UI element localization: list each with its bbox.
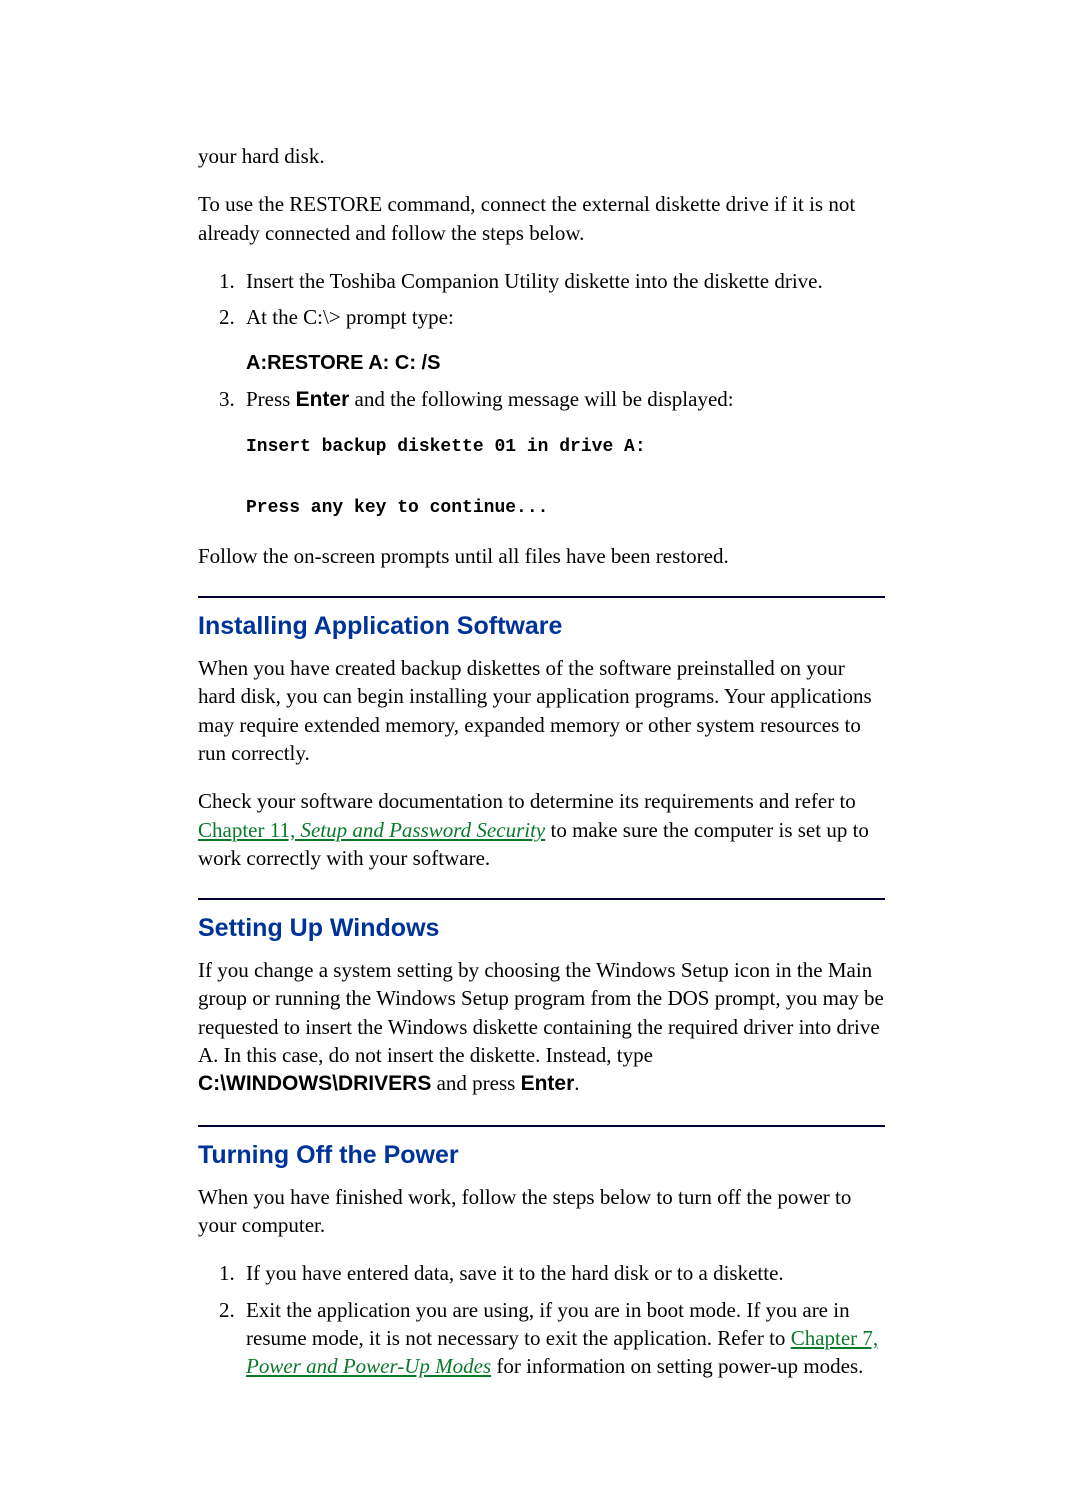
heading-setting-up-windows: Setting Up Windows — [198, 912, 885, 946]
text-run: and press — [431, 1071, 520, 1095]
paragraph: When you have created backup diskettes o… — [198, 654, 885, 767]
enter-key-label: Enter — [521, 1072, 575, 1095]
section-divider — [198, 898, 885, 900]
section-divider — [198, 1125, 885, 1127]
list-item-text-post: and the following message will be displa… — [349, 387, 733, 411]
heading-turning-off-power: Turning Off the Power — [198, 1139, 885, 1173]
list-item-text: If you have entered data, save it to the… — [246, 1261, 784, 1285]
list-item: Exit the application you are using, if y… — [240, 1296, 885, 1381]
heading-installing-software: Installing Application Software — [198, 610, 885, 644]
text-run: If you change a system setting by choosi… — [198, 958, 884, 1067]
paragraph-fragment: your hard disk. — [198, 142, 885, 170]
link-chapter-11[interactable]: Chapter 11, Setup and Password Security — [198, 818, 545, 842]
list-item-text-pre: Press — [246, 387, 296, 411]
document-page: your hard disk. To use the RESTORE comma… — [0, 0, 1080, 1499]
paragraph: If you change a system setting by choosi… — [198, 956, 885, 1099]
command-line: A:RESTORE A: C: /S — [246, 350, 885, 377]
list-item-text: Insert the Toshiba Companion Utility dis… — [246, 269, 823, 293]
list-item: At the C:\> prompt type: — [240, 303, 885, 331]
text-run: Exit the application you are using, if y… — [246, 1298, 850, 1350]
ordered-list-poweroff: If you have entered data, save it to the… — [198, 1259, 885, 1380]
list-item-text: At the C:\> prompt type: — [246, 305, 454, 329]
link-text-plain: Chapter 11, — [198, 818, 300, 842]
text-run: for information on setting power-up mode… — [491, 1354, 863, 1378]
list-item: If you have entered data, save it to the… — [240, 1259, 885, 1287]
section-divider — [198, 596, 885, 598]
console-output: Insert backup diskette 01 in drive A: Pr… — [246, 432, 885, 524]
paragraph: When you have finished work, follow the … — [198, 1183, 885, 1240]
ordered-list-restore: Insert the Toshiba Companion Utility dis… — [198, 267, 885, 332]
list-item: Press Enter and the following message wi… — [240, 385, 885, 414]
paragraph: Check your software documentation to det… — [198, 787, 885, 872]
path-text: C:\WINDOWS\DRIVERS — [198, 1072, 431, 1095]
paragraph: To use the RESTORE command, connect the … — [198, 190, 885, 247]
enter-key-label: Enter — [296, 388, 350, 411]
link-text-plain: Chapter 7, — [791, 1326, 878, 1350]
text-run: Check your software documentation to det… — [198, 789, 856, 813]
text-run: . — [574, 1071, 579, 1095]
paragraph: Follow the on-screen prompts until all f… — [198, 542, 885, 570]
link-text-italic: Power and Power-Up Modes — [246, 1354, 491, 1378]
list-item: Insert the Toshiba Companion Utility dis… — [240, 267, 885, 295]
link-text-italic: Setup and Password Security — [300, 818, 545, 842]
ordered-list-restore-cont: Press Enter and the following message wi… — [198, 385, 885, 414]
